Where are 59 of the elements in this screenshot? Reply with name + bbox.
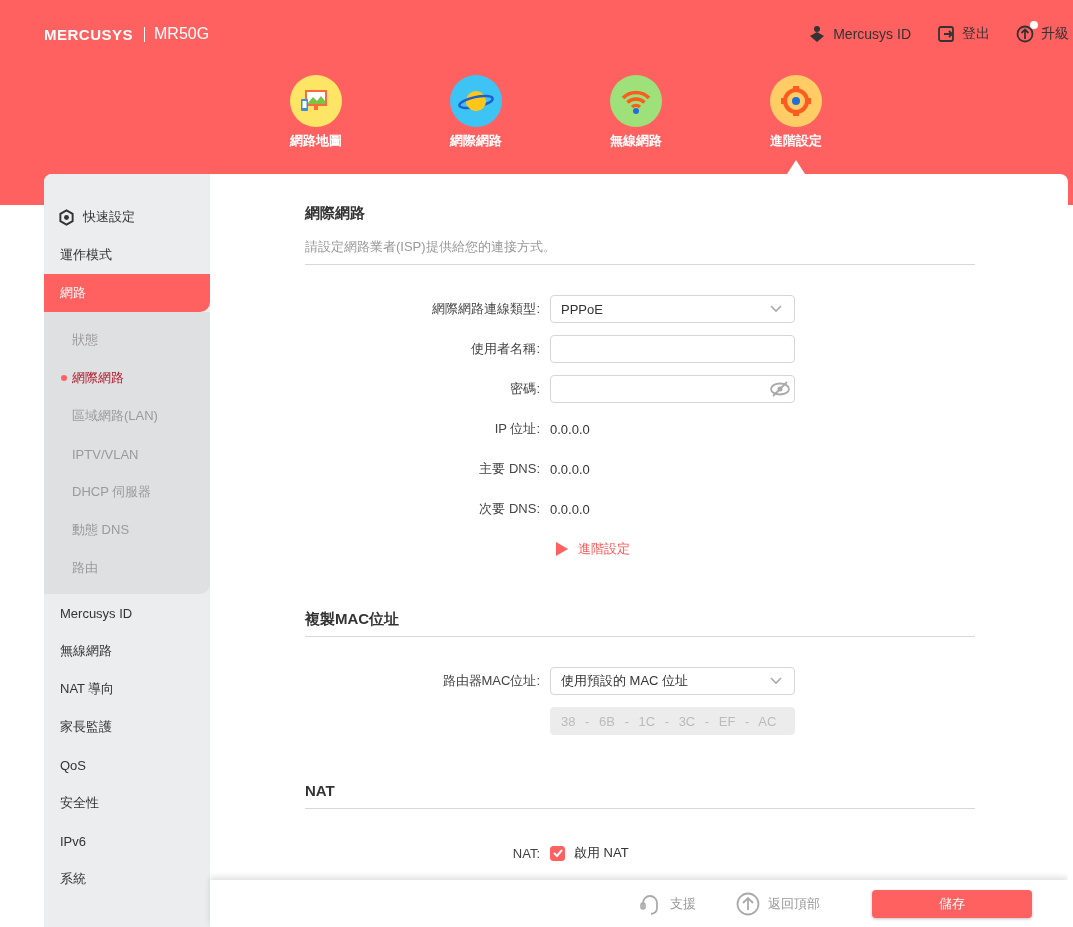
submenu-item[interactable]: 區域網路(LAN) — [44, 397, 210, 435]
submenu-item[interactable]: 狀態 — [44, 321, 210, 359]
sidebar-item[interactable]: NAT 導向 — [44, 670, 210, 708]
submenu-item[interactable]: 路由 — [44, 549, 210, 587]
section-title: 網際網路 — [305, 203, 366, 223]
sidebar-item[interactable]: 快速設定 — [44, 198, 210, 236]
field-label: NAT: — [512, 845, 540, 861]
save-button[interactable]: 儲存 — [872, 889, 1032, 918]
field-label: 網際網路連線類型: — [432, 301, 540, 316]
sidebar-item[interactable]: 家長監護 — [44, 708, 210, 746]
sidebar-item[interactable]: 系統 — [44, 860, 210, 898]
field-value: 0.0.0.0 — [550, 501, 590, 517]
dropdown[interactable]: PPPoE — [550, 295, 795, 323]
submenu-item[interactable]: 網際網路 — [44, 359, 210, 397]
nav-tab[interactable]: 無線網路 — [556, 68, 716, 174]
header-link[interactable]: Mercusys ID — [808, 25, 911, 43]
dropdown[interactable]: 使用預設的 MAC 位址 — [550, 667, 795, 695]
password-field[interactable] — [550, 375, 795, 403]
logout-icon — [937, 25, 955, 43]
header-link[interactable]: 登出 — [937, 25, 990, 43]
monitor-icon — [290, 75, 342, 127]
field-label: 密碼: — [510, 381, 540, 396]
checkbox-label: 啟用 NAT — [574, 844, 629, 862]
triangle-right-icon — [556, 542, 568, 556]
sidebar-item[interactable]: QoS — [44, 746, 210, 784]
section-title: NAT — [305, 781, 336, 801]
sidebar-item[interactable]: 安全性 — [44, 784, 210, 822]
header-link[interactable]: 升級 — [1016, 25, 1069, 43]
sidebar-item[interactable]: 運作模式 — [44, 236, 210, 274]
nav-tab[interactable]: 網路地圖 — [236, 68, 396, 174]
gear-icon — [58, 208, 75, 226]
field-label: IP 位址: — [494, 421, 540, 436]
arrow-up-circle-icon — [736, 891, 760, 916]
brand-logo: MERCUSYS — [44, 25, 133, 43]
wifi-icon — [610, 75, 662, 127]
field-value: 0.0.0.0 — [550, 421, 590, 437]
field-label: 次要 DNS: — [479, 501, 540, 516]
model-name: MR50G — [154, 25, 210, 43]
checkbox[interactable] — [550, 845, 565, 861]
text-field[interactable] — [550, 335, 795, 363]
footer-link[interactable]: 支援 — [638, 891, 696, 916]
field-value: 0.0.0.0 — [550, 461, 590, 477]
submenu-item[interactable]: 動態 DNS — [44, 511, 210, 549]
section-description: 請設定網路業者(ISP)提供給您的連接方式。 — [305, 238, 557, 256]
section-title: 複製MAC位址 — [305, 609, 401, 629]
planet-icon — [450, 75, 502, 127]
sidebar-item[interactable]: 網路 — [44, 274, 210, 312]
field-label: 路由器MAC位址: — [442, 673, 540, 688]
advanced-settings-link[interactable]: 進階設定 — [556, 540, 630, 558]
nav-tab[interactable]: 網際網路 — [396, 68, 556, 174]
gear-icon — [770, 75, 822, 127]
eye-slash-icon[interactable] — [769, 381, 791, 397]
field-label: 使用者名稱: — [471, 341, 540, 356]
footer-link[interactable]: 返回頂部 — [736, 891, 820, 916]
sidebar-item[interactable]: Mercusys ID — [44, 594, 210, 632]
upgrade-icon — [1016, 25, 1034, 43]
sidebar-item[interactable]: 無線網路 — [44, 632, 210, 670]
field-label: 主要 DNS: — [479, 461, 540, 476]
sidebar-item[interactable]: IPv6 — [44, 822, 210, 860]
